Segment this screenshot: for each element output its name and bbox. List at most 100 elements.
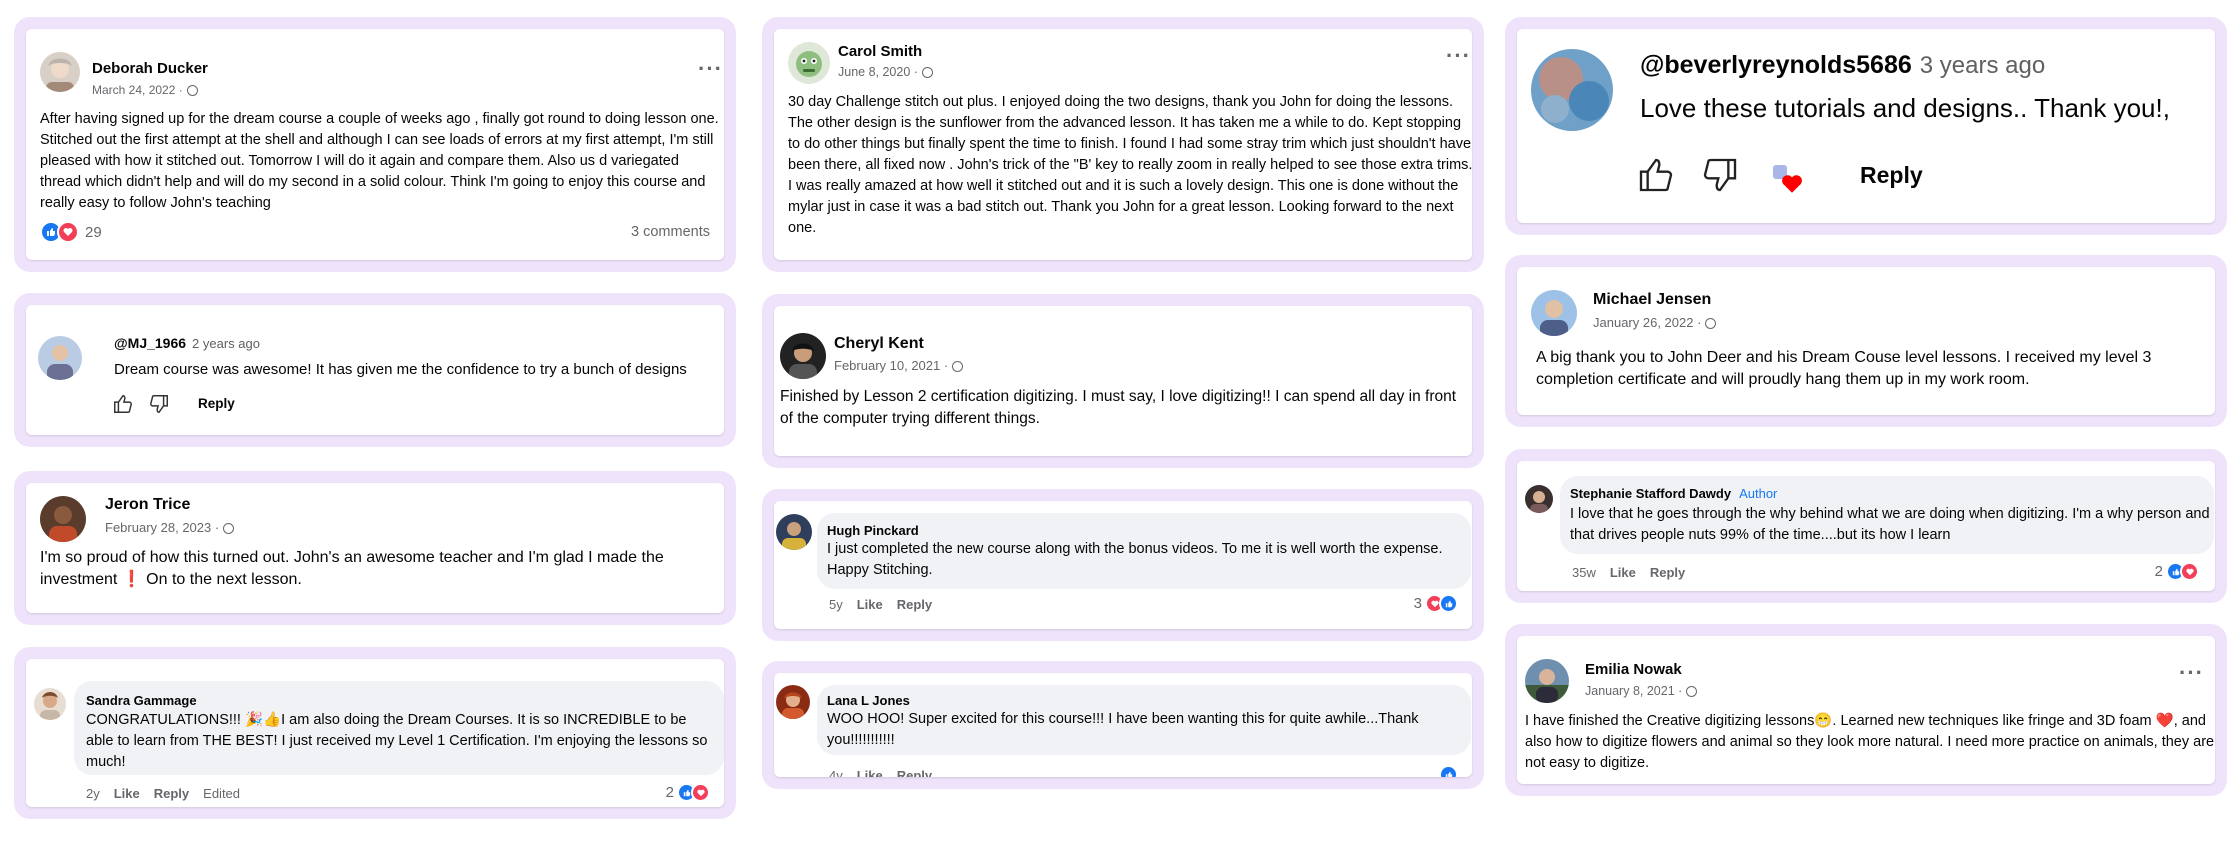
reaction-count: 2 (665, 784, 674, 801)
avatar[interactable] (34, 688, 66, 720)
comment-age[interactable]: 4y (829, 768, 843, 777)
post-date[interactable]: February 10, 2021 · (834, 358, 964, 373)
thumbs-up-icon[interactable] (112, 393, 134, 420)
exclamation-emoji: ❗ (121, 571, 142, 588)
comment-actions: 2y Like Reply Edited (86, 786, 240, 801)
avatar[interactable] (788, 42, 830, 84)
globe-icon (186, 85, 198, 96)
author-name[interactable]: Jeron Trice (105, 496, 190, 514)
edited-label: Edited (203, 786, 241, 801)
avatar[interactable] (780, 333, 826, 379)
comment-card-jeron: Jeron Trice February 28, 2023 · I'm so p… (14, 471, 736, 625)
comment-card-mj: @MJ_1966 2 years ago Dream course was awe… (14, 293, 736, 447)
reply-button[interactable]: Reply (198, 396, 235, 411)
reply-button[interactable]: Reply (154, 786, 189, 801)
author-name[interactable]: Cheryl Kent (834, 335, 924, 353)
reaction-summary[interactable]: 3 (1414, 594, 1458, 613)
like-button[interactable]: Like (857, 597, 883, 612)
reaction-count: 29 (85, 223, 102, 241)
author-name[interactable]: Emilia Nowak (1585, 661, 1682, 678)
author-name[interactable]: Lana L Jones (827, 693, 910, 708)
comment-card-hugh: Hugh Pinckard I just completed the new c… (762, 489, 1484, 641)
avatar[interactable] (1525, 485, 1553, 513)
reaction-count: 2 (2154, 563, 2163, 580)
comment-text: CONGRATULATIONS!!! 🎉👍I am also doing the… (86, 712, 708, 770)
reaction-summary[interactable]: 2 (666, 783, 710, 802)
reply-button[interactable]: Reply (1860, 162, 1923, 189)
like-button[interactable]: Like (1610, 565, 1636, 580)
author-handle[interactable]: @beverlyreynolds5686 3 years ago (1640, 51, 2045, 80)
post-text: A big thank you to John Deer and his Dre… (1536, 349, 2152, 388)
more-options-icon[interactable]: ··· (2179, 662, 2204, 684)
comment-bubble: Lana L Jones WOO HOO! Super excited for … (817, 685, 1471, 755)
reaction-summary[interactable]: 29 (40, 221, 102, 243)
thumbs-down-icon[interactable] (1700, 155, 1740, 200)
more-options-icon[interactable]: ··· (698, 58, 723, 80)
author-name[interactable]: Stephanie Stafford Dawdy Author (1570, 486, 1777, 501)
like-reaction-icon (1439, 594, 1458, 613)
reaction-summary[interactable]: 2 (2155, 562, 2199, 581)
comment-card-lana: Lana L Jones WOO HOO! Super excited for … (762, 661, 1484, 789)
post-text: 30 day Challenge stitch out plus. I enjo… (788, 94, 1472, 236)
comment-card-carol: Carol Smith June 8, 2020 · ··· 30 day Ch… (762, 17, 1484, 272)
comment-age[interactable]: 35w (1572, 565, 1596, 580)
heart-emoji: ❤️ (2155, 713, 2174, 729)
avatar[interactable] (776, 514, 812, 550)
comment-age[interactable]: 2y (86, 786, 100, 801)
comment-card-beverly: @beverlyreynolds5686 3 years ago Love the… (1505, 17, 2227, 235)
comment-bubble: Hugh Pinckard I just completed the new c… (817, 513, 1471, 589)
comment-bubble: Stephanie Stafford Dawdy Author I love th… (1560, 476, 2214, 554)
post-date[interactable]: March 24, 2022 · (92, 83, 198, 97)
author-name[interactable]: Carol Smith (838, 43, 922, 60)
thumbs-down-icon[interactable] (148, 393, 170, 420)
author-name[interactable]: Michael Jensen (1593, 291, 1711, 309)
comment-age[interactable]: 5y (829, 597, 843, 612)
comment-age: 2 years ago (192, 336, 260, 351)
comment-text: Dream course was awesome! It has given m… (114, 361, 687, 378)
comment-bubble: Sandra Gammage CONGRATULATIONS!!! 🎉👍I am… (74, 681, 724, 775)
like-button[interactable]: Like (857, 768, 883, 777)
globe-icon (952, 361, 964, 372)
love-reaction-icon (691, 783, 710, 802)
reply-button[interactable]: Reply (1650, 565, 1685, 580)
globe-icon (1686, 686, 1698, 697)
reaction-count: 3 (1413, 595, 1422, 612)
post-date[interactable]: June 8, 2020 · (838, 65, 933, 79)
like-button[interactable]: Like (114, 786, 140, 801)
comment-text: Love these tutorials and designs.. Thank… (1640, 93, 2170, 123)
comment-card-cheryl: Cheryl Kent February 10, 2021 · Finished… (762, 294, 1484, 468)
reply-button[interactable]: Reply (897, 768, 932, 777)
comment-actions: 35w Like Reply (1572, 565, 1685, 580)
comments-count[interactable]: 3 comments (631, 224, 710, 240)
reply-button[interactable]: Reply (897, 597, 932, 612)
comment-card-emilia: Emilia Nowak January 8, 2021 · ··· I hav… (1505, 624, 2227, 796)
love-reaction-icon (57, 221, 79, 243)
comment-card-stephanie: Stephanie Stafford Dawdy Author I love th… (1505, 449, 2227, 603)
author-name[interactable]: Deborah Ducker (92, 60, 208, 77)
post-date[interactable]: January 8, 2021 · (1585, 684, 1698, 698)
post-text: Finished by Lesson 2 certification digit… (780, 388, 1457, 427)
globe-icon (1705, 318, 1717, 329)
author-handle[interactable]: @MJ_1966 2 years ago (114, 335, 260, 351)
avatar[interactable] (1525, 659, 1569, 703)
more-options-icon[interactable]: ··· (1446, 45, 1471, 67)
avatar[interactable] (1531, 290, 1577, 336)
globe-icon (921, 67, 933, 78)
post-date[interactable]: January 26, 2022 · (1593, 315, 1717, 330)
reaction-summary[interactable] (1439, 765, 1458, 777)
author-badge: Author (1739, 486, 1778, 501)
avatar[interactable] (1531, 49, 1613, 131)
comment-text: WOO HOO! Super excited for this course!!… (827, 711, 1419, 748)
comment-actions: 4y Like Reply (829, 768, 932, 777)
avatar[interactable] (40, 52, 80, 92)
globe-icon (223, 523, 235, 534)
avatar[interactable] (38, 336, 82, 380)
avatar[interactable] (776, 685, 810, 719)
post-date[interactable]: February 28, 2023 · (105, 520, 235, 535)
thumbs-up-icon[interactable] (1636, 155, 1676, 200)
author-name[interactable]: Sandra Gammage (86, 693, 197, 708)
like-reaction-icon (1439, 765, 1458, 777)
author-name[interactable]: Hugh Pinckard (827, 523, 919, 538)
comment-card-sandra: Sandra Gammage CONGRATULATIONS!!! 🎉👍I am… (14, 647, 736, 819)
avatar[interactable] (40, 496, 86, 542)
